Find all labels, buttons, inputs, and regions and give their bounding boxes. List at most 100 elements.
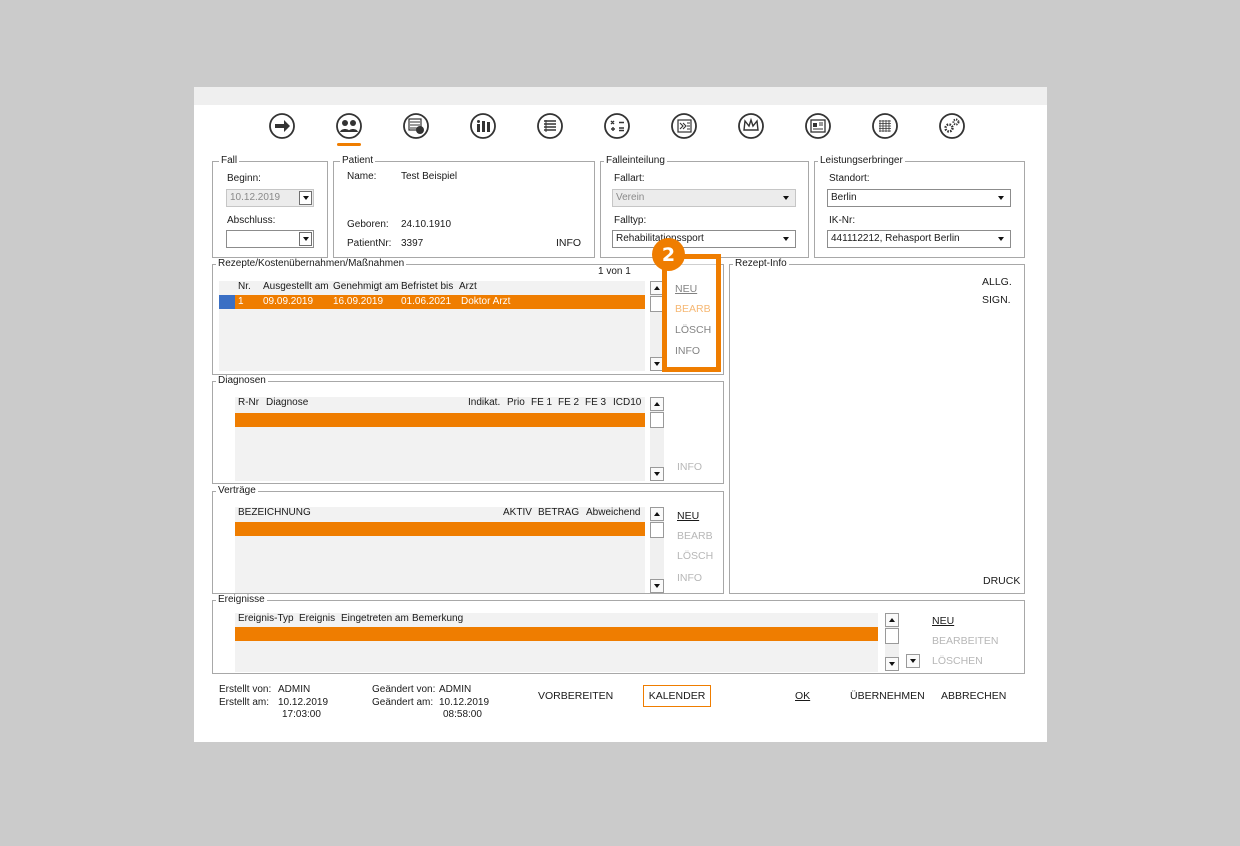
crown-icon[interactable] (734, 109, 768, 143)
rezept-info-group: Rezept-Info (729, 258, 1025, 594)
calculator-icon[interactable] (600, 109, 634, 143)
col-arzt[interactable]: Arzt (459, 281, 477, 293)
scroll-thumb[interactable] (885, 628, 899, 644)
uebernehmen-button[interactable]: ÜBERNEHMEN (850, 690, 925, 703)
vertraege-list-header: BEZEICHNUNG AKTIV BETRAG Abweichend (235, 507, 645, 519)
table-row[interactable] (235, 522, 645, 536)
ereignisse-bearbeiten-button[interactable]: BEARBEITEN (932, 635, 999, 648)
abschluss-label: Abschluss: (227, 215, 276, 226)
statistics-icon[interactable] (466, 109, 500, 143)
chevron-down-icon[interactable] (780, 190, 792, 206)
vertraege-info-button[interactable]: INFO (677, 572, 702, 585)
chevron-down-icon[interactable] (906, 654, 920, 668)
beginn-label: Beginn: (227, 173, 261, 184)
scroll-down-icon[interactable] (650, 467, 664, 481)
col-bezeichnung[interactable]: BEZEICHNUNG (238, 507, 311, 519)
scroll-up-icon[interactable] (650, 397, 664, 411)
chevron-down-icon[interactable] (299, 191, 312, 205)
diagnosen-info-button[interactable]: INFO (677, 461, 702, 474)
patients-icon[interactable] (332, 109, 366, 146)
id-card-icon[interactable] (801, 109, 835, 143)
erstellt-am-label: Erstellt am: (219, 697, 270, 708)
col-eingetreten[interactable]: Eingetreten am (341, 613, 409, 625)
sign-button[interactable]: SIGN. (982, 294, 1011, 307)
beginn-date-field[interactable]: 10.12.2019 (226, 189, 314, 207)
chevron-down-icon[interactable] (995, 190, 1007, 206)
col-aktiv[interactable]: AKTIV (503, 507, 532, 519)
geaendert-am-date: 10.12.2019 (439, 697, 490, 708)
geboren-label: Geboren: (347, 219, 389, 230)
kalender-button[interactable]: KALENDER (643, 685, 711, 707)
export-icon[interactable] (667, 109, 701, 143)
col-rnr[interactable]: R-Nr (238, 397, 259, 409)
falltyp-select[interactable]: Rehabilitationssport (612, 230, 796, 248)
erstellt-am-time: 17:03:00 (282, 709, 321, 720)
abbrechen-button[interactable]: ABBRECHEN (941, 690, 1006, 703)
scroll-down-icon[interactable] (885, 657, 899, 671)
scroll-up-icon[interactable] (885, 613, 899, 627)
ik-label: IK-Nr: (829, 215, 856, 226)
scroll-up-icon[interactable] (650, 507, 664, 521)
cell-arzt: Doktor Arzt (461, 296, 511, 307)
scroll-down-icon[interactable] (650, 579, 664, 593)
col-fe1[interactable]: FE 1 (531, 397, 552, 409)
arrow-right-icon[interactable] (265, 109, 299, 143)
ik-select[interactable]: 441112212, Rehasport Berlin (827, 230, 1011, 248)
col-nr[interactable]: Nr. (238, 281, 251, 293)
geaendert-am-time: 08:58:00 (443, 709, 482, 720)
vertraege-loesch-button[interactable]: LÖSCH (677, 550, 713, 563)
patient-info-button[interactable]: INFO (556, 237, 581, 250)
ereignisse-neu-label: NEU (932, 615, 955, 627)
scroll-thumb[interactable] (650, 522, 664, 538)
col-diagnose[interactable]: Diagnose (266, 397, 308, 409)
col-ereignis-typ[interactable]: Ereignis-Typ (238, 613, 294, 625)
rezepte-title: Rezepte/Kostenübernahmen/Maßnahmen (216, 258, 407, 270)
ok-button[interactable]: OK (795, 690, 810, 703)
ereignisse-neu-button[interactable]: NEU (932, 615, 954, 628)
col-prio[interactable]: Prio (507, 397, 525, 409)
settings-gears-icon[interactable] (935, 109, 969, 143)
col-icd10[interactable]: ICD10 (613, 397, 641, 409)
vorbereiten-button[interactable]: VORBEREITEN (538, 690, 613, 703)
col-ausgestellt[interactable]: Ausgestellt am (263, 281, 329, 293)
col-fe3[interactable]: FE 3 (585, 397, 606, 409)
standort-select[interactable]: Berlin (827, 189, 1011, 207)
col-fe2[interactable]: FE 2 (558, 397, 579, 409)
rezept-info-title: Rezept-Info (733, 258, 789, 270)
col-genehmigt[interactable]: Genehmigt am (333, 281, 399, 293)
chevron-down-icon[interactable] (299, 232, 312, 246)
standort-value: Berlin (831, 192, 857, 203)
chevron-down-icon[interactable] (995, 231, 1007, 247)
fallart-select[interactable]: Verein (612, 189, 796, 207)
ereignisse-scrollbar[interactable] (885, 613, 899, 671)
active-tab-indicator (337, 143, 361, 146)
geaendert-am-label: Geändert am: (372, 697, 434, 708)
abschluss-date-field[interactable] (226, 230, 314, 248)
col-abweichend[interactable]: Abweichend (586, 507, 640, 519)
calendar-clock-icon[interactable] (399, 109, 433, 143)
diagnosen-scrollbar[interactable] (650, 397, 664, 481)
table-row[interactable]: 1 09.09.2019 16.09.2019 01.06.2021 Dokto… (235, 295, 645, 309)
chevron-down-icon[interactable] (780, 231, 792, 247)
invoice-list-icon[interactable] (533, 109, 567, 143)
ereignisse-title: Ereignisse (216, 594, 267, 606)
vertraege-neu-button[interactable]: NEU (677, 510, 699, 523)
col-bemerkung[interactable]: Bemerkung (412, 613, 463, 625)
col-betrag[interactable]: BETRAG (538, 507, 579, 519)
col-indikat[interactable]: Indikat. (468, 397, 500, 409)
ereignisse-list-header: Ereignis-Typ Ereignis Eingetreten am Bem… (235, 613, 878, 625)
scroll-thumb[interactable] (650, 412, 664, 428)
window-title-strip (194, 87, 1047, 105)
col-ereignis[interactable]: Ereignis (299, 613, 335, 625)
calendar-grid-icon[interactable] (868, 109, 902, 143)
rezepte-list: Nr. Ausgestellt am Genehmigt am Befriste… (219, 281, 645, 371)
allg-button[interactable]: ALLG. (982, 276, 1012, 289)
vertraege-bearb-button[interactable]: BEARB (677, 530, 713, 543)
table-row[interactable] (235, 413, 645, 427)
ereignisse-loeschen-button[interactable]: LÖSCHEN (932, 655, 983, 668)
row-selector[interactable] (219, 295, 235, 309)
col-befristet[interactable]: Befristet bis (401, 281, 453, 293)
vertraege-scrollbar[interactable] (650, 507, 664, 593)
druck-button[interactable]: DRUCK (983, 575, 1020, 588)
table-row[interactable] (235, 627, 878, 641)
